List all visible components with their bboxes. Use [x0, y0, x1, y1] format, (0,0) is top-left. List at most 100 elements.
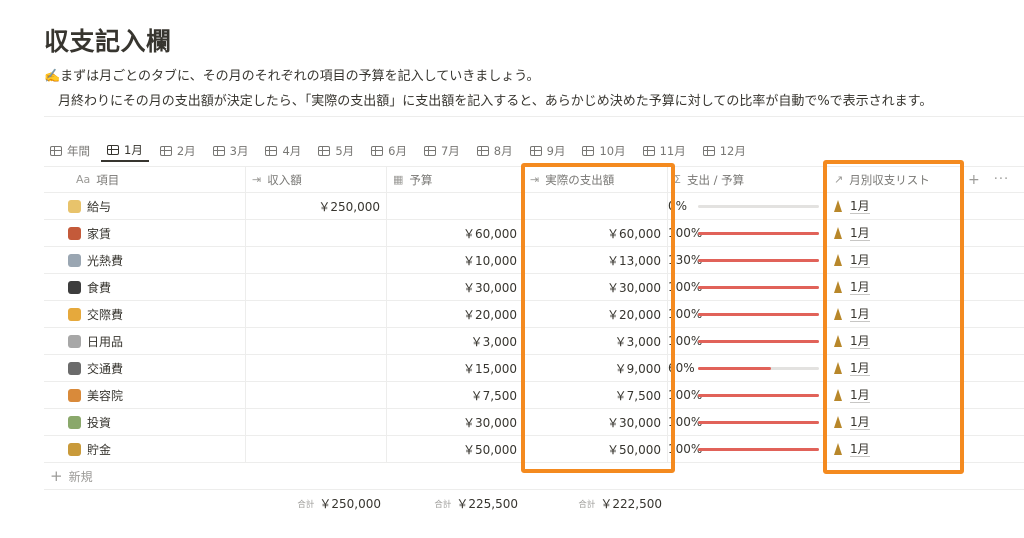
item-name: 光熱費: [87, 253, 124, 268]
ratio-progress-bar: [698, 420, 819, 424]
calculator-icon: ▦: [393, 173, 404, 186]
empty-cell: [962, 382, 1024, 408]
table-view-icon: [318, 146, 331, 156]
item-cell[interactable]: 交際費: [44, 301, 246, 327]
tab-6[interactable]: 6月: [365, 140, 413, 162]
tab-label: 2月: [176, 144, 196, 158]
more-options-button[interactable]: ···: [994, 172, 1009, 187]
item-name: 貯金: [87, 442, 112, 457]
tab-1[interactable]: 1月: [101, 140, 149, 162]
tab-label: 5月: [335, 144, 355, 158]
add-property-button[interactable]: +: [968, 172, 980, 188]
tab-label: 12月: [719, 144, 746, 158]
column-header-item[interactable]: Aa 項目: [44, 167, 246, 192]
total-budget[interactable]: 合計 ￥225,500: [387, 490, 524, 517]
item-emoji-icon: [68, 361, 81, 375]
item-name: 交通費: [87, 361, 124, 376]
item-cell[interactable]: 貯金: [44, 436, 246, 462]
tab-label: 7月: [440, 144, 460, 158]
item-cell[interactable]: 光熱費: [44, 247, 246, 273]
budget-cell[interactable]: ￥60,000: [387, 220, 524, 246]
column-header-label: 予算: [409, 172, 433, 187]
item-cell[interactable]: 交通費: [44, 355, 246, 381]
item-name: 家賃: [87, 226, 112, 241]
column-header-income[interactable]: ⇥ 収入額: [246, 167, 387, 192]
empty-cell: [962, 274, 1024, 300]
income-cell[interactable]: [246, 409, 387, 435]
item-cell[interactable]: 日用品: [44, 328, 246, 354]
view-tabs: 年間 1月 2月 3月 4月 5月 6月 7月 8月 9月 10月 11月 12月: [44, 140, 757, 164]
income-cell[interactable]: [246, 274, 387, 300]
budget-cell[interactable]: ￥3,000: [387, 328, 524, 354]
income-cell[interactable]: [246, 220, 387, 246]
item-name: 美容院: [87, 388, 124, 403]
item-cell[interactable]: 家賃: [44, 220, 246, 246]
budget-cell[interactable]: ￥10,000: [387, 247, 524, 273]
item-cell[interactable]: 給与: [44, 193, 246, 219]
item-cell[interactable]: 美容院: [44, 382, 246, 408]
tab-label: 11月: [659, 144, 686, 158]
income-cell[interactable]: ￥250,000: [246, 193, 387, 219]
item-name: 日用品: [87, 334, 124, 349]
income-cell[interactable]: [246, 355, 387, 381]
budget-cell[interactable]: ￥20,000: [387, 301, 524, 327]
income-cell[interactable]: [246, 301, 387, 327]
total-actual[interactable]: 合計 ￥222,500: [524, 490, 668, 517]
income-cell[interactable]: [246, 382, 387, 408]
tab-7[interactable]: 7月: [418, 140, 466, 162]
income-cell[interactable]: [246, 247, 387, 273]
item-emoji-icon: [68, 307, 81, 321]
ratio-cell: 100%: [668, 274, 824, 300]
total-value: ￥250,000: [319, 497, 381, 511]
ratio-cell: 60%: [668, 355, 824, 381]
item-name: 投資: [87, 415, 112, 430]
income-cell[interactable]: [246, 436, 387, 462]
table-view-icon: [476, 146, 489, 156]
ratio-progress-bar: [698, 366, 819, 370]
item-emoji-icon: [68, 388, 81, 402]
budget-cell[interactable]: ￥7,500: [387, 382, 524, 408]
tab-11[interactable]: 11月: [637, 140, 692, 162]
item-emoji-icon: [68, 280, 81, 294]
budget-value: ￥7,500: [470, 388, 517, 403]
budget-cell[interactable]: ￥15,000: [387, 355, 524, 381]
ratio-cell: 100%: [668, 220, 824, 246]
tab-label: 3月: [229, 144, 249, 158]
total-label: 合計: [297, 499, 315, 510]
tab-10[interactable]: 10月: [576, 140, 631, 162]
table-view-icon: [212, 146, 225, 156]
tab-12[interactable]: 12月: [697, 140, 752, 162]
total-label: 合計: [434, 499, 452, 510]
budget-cell[interactable]: ￥30,000: [387, 274, 524, 300]
ratio-cell: 100%: [668, 328, 824, 354]
text-property-icon: Aa: [76, 173, 91, 186]
income-cell[interactable]: [246, 328, 387, 354]
budget-value: ￥60,000: [463, 226, 517, 241]
tab-2[interactable]: 2月: [154, 140, 202, 162]
table-view-icon: [265, 146, 278, 156]
tab-8[interactable]: 8月: [471, 140, 519, 162]
ratio-progress-fill: [698, 258, 819, 262]
tab-5[interactable]: 5月: [312, 140, 360, 162]
tab-0[interactable]: 年間: [44, 140, 96, 162]
total-income[interactable]: 合計 ￥250,000: [246, 490, 387, 517]
item-cell[interactable]: 投資: [44, 409, 246, 435]
item-emoji-icon: [68, 253, 81, 267]
column-header-ratio[interactable]: Σ 支出 / 予算: [668, 167, 824, 192]
tab-9[interactable]: 9月: [524, 140, 572, 162]
budget-cell[interactable]: [387, 193, 524, 219]
tab-3[interactable]: 3月: [207, 140, 255, 162]
table-view-icon: [582, 146, 595, 156]
empty-cell: [962, 328, 1024, 354]
item-cell[interactable]: 食費: [44, 274, 246, 300]
table-view-icon: [50, 146, 62, 156]
ratio-progress-bar: [698, 231, 819, 235]
tab-4[interactable]: 4月: [259, 140, 307, 162]
column-header-budget[interactable]: ▦ 予算: [387, 167, 524, 192]
totals-row: 合計 ￥250,000 合計 ￥225,500 合計 ￥222,500: [44, 490, 1024, 517]
empty-cell: [962, 436, 1024, 462]
ratio-progress-fill: [698, 447, 819, 451]
budget-cell[interactable]: ￥50,000: [387, 436, 524, 462]
budget-cell[interactable]: ￥30,000: [387, 409, 524, 435]
budget-value: ￥20,000: [463, 307, 517, 322]
